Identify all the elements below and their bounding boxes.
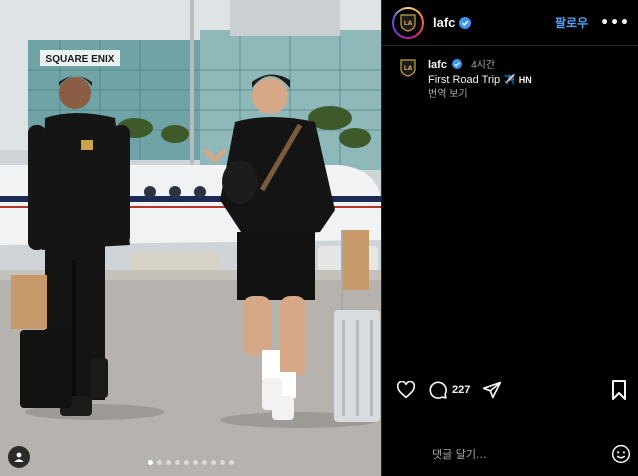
building-sign-text: SQUARE ENIX <box>46 54 115 65</box>
share-icon <box>483 381 502 399</box>
carousel-dot <box>174 460 180 465</box>
comment-bar <box>382 436 638 472</box>
caption: LA lafc 4시간 First Road Trip ✈️ HN 번역 보기 <box>382 46 638 102</box>
like-button[interactable] <box>396 380 416 400</box>
emoji-icon <box>611 444 631 464</box>
photo-scene: SQUARE ENIX <box>0 0 381 476</box>
carousel-dot <box>183 460 189 465</box>
lafc-crest-icon: LA <box>400 59 416 77</box>
caption-username[interactable]: lafc <box>428 59 447 71</box>
airplane-icon: ✈️ <box>503 75 516 86</box>
username-link[interactable]: lafc <box>433 15 455 30</box>
lafc-crest-icon: LA <box>400 13 416 32</box>
follow-button[interactable]: 팔로우 <box>555 14 588 31</box>
verified-icon <box>459 16 472 29</box>
carousel-indicator <box>0 460 381 465</box>
carousel-dot <box>147 460 153 465</box>
emoji-button[interactable] <box>611 444 631 464</box>
comment-count: 227 <box>452 384 471 396</box>
post-header: LA lafc 팔로우 ••• <box>382 0 638 46</box>
carousel-dot <box>219 460 225 465</box>
svg-text:LA: LA <box>404 20 413 27</box>
action-bar: 227 <box>382 376 638 404</box>
post-photo[interactable]: SQUARE ENIX <box>0 0 381 476</box>
caption-tag: HN <box>518 75 532 85</box>
carousel-dot <box>228 460 234 465</box>
carousel-dot <box>210 460 216 465</box>
save-button[interactable] <box>609 380 629 400</box>
caption-avatar[interactable]: LA <box>396 56 420 80</box>
bookmark-icon <box>612 380 626 400</box>
caption-text: First Road Trip <box>428 74 501 86</box>
post-timestamp: 4시간 <box>471 60 496 71</box>
profile-avatar[interactable]: LA <box>392 6 424 39</box>
more-options-button[interactable]: ••• <box>600 15 630 31</box>
comment-input[interactable] <box>432 447 582 461</box>
verified-icon <box>452 59 463 69</box>
post-side-panel: LA lafc 팔로우 ••• LA lafc 4시간 First Road T… <box>381 0 638 476</box>
heart-icon <box>396 381 416 399</box>
comment-button[interactable] <box>428 380 448 400</box>
carousel-dot <box>192 460 198 465</box>
svg-text:LA: LA <box>404 65 413 72</box>
translate-link[interactable]: 번역 보기 <box>428 88 532 102</box>
carousel-dot <box>156 460 162 465</box>
carousel-dot <box>201 460 207 465</box>
comment-icon <box>429 381 447 399</box>
carousel-dot <box>165 460 171 465</box>
share-button[interactable] <box>482 380 502 400</box>
